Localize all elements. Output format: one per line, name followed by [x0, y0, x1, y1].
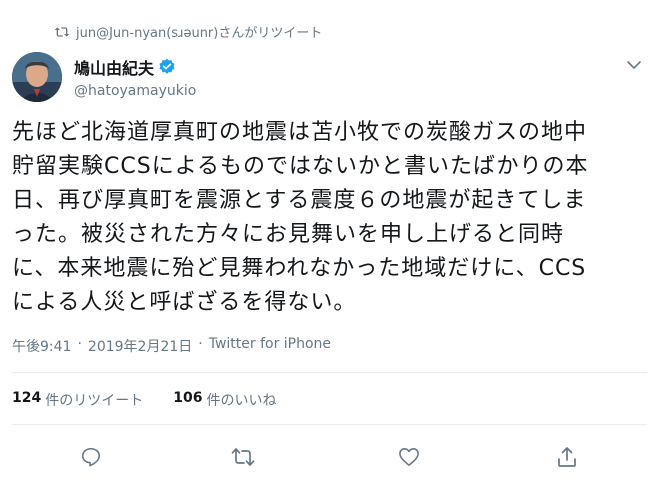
divider — [12, 372, 647, 373]
reply-icon — [81, 447, 101, 467]
tweet-detail: jun@Jun-nyan(sɹəunr)さんがリツイート 鳩山由紀夫 @hato… — [0, 0, 659, 482]
verified-badge-icon — [159, 58, 175, 74]
tweet-stats: 124 件のリツイート 106 件のいいね — [12, 390, 276, 410]
tweet-source[interactable]: Twitter for iPhone — [209, 336, 331, 356]
like-button[interactable] — [394, 442, 424, 472]
likes-stat[interactable]: 106 件のいいね — [173, 390, 276, 410]
retweet-context[interactable]: jun@Jun-nyan(sɹəunr)さんがリツイート — [54, 22, 322, 41]
tweet-text: 先ほど北海道厚真町の地震は苫小牧での炭酸ガスの地中 貯留実験CCSによるものでは… — [12, 120, 589, 315]
likes-label: 件のいいね — [206, 393, 277, 409]
share-icon — [558, 447, 576, 467]
retweets-label: 件のリツイート — [45, 393, 144, 409]
likes-count: 106 — [173, 390, 203, 406]
retweet-button[interactable] — [228, 442, 258, 472]
display-name-text: 鳩山由紀夫 — [74, 59, 155, 78]
retweet-context-text: jun@Jun-nyan(sɹəunr)さんがリツイート — [76, 26, 323, 41]
metadata-separator: · — [198, 336, 203, 352]
tweet-actions — [0, 442, 659, 472]
display-name[interactable]: 鳩山由紀夫 — [74, 55, 196, 79]
divider — [12, 424, 647, 425]
share-button[interactable] — [552, 442, 582, 472]
tweet-header: 鳩山由紀夫 @hatoyamayukio — [12, 52, 196, 102]
heart-icon — [399, 448, 419, 466]
avatar-image — [12, 52, 62, 102]
tweet-metadata: 午後9:41 · 2019年2月21日 · Twitter for iPhone — [12, 336, 331, 356]
tweet-date[interactable]: 2019年2月21日 — [88, 336, 192, 356]
screen-name[interactable]: @hatoyamayukio — [74, 83, 196, 99]
more-options-button[interactable] — [623, 54, 645, 76]
retweets-stat[interactable]: 124 件のリツイート — [12, 390, 143, 410]
retweets-count: 124 — [12, 390, 42, 406]
tweet-time[interactable]: 午後9:41 — [12, 336, 71, 356]
metadata-separator: · — [77, 336, 82, 352]
reply-button[interactable] — [76, 442, 106, 472]
retweet-icon — [54, 26, 70, 37]
avatar[interactable] — [12, 52, 62, 102]
retweet-icon — [231, 448, 255, 466]
chevron-down-icon — [627, 60, 641, 69]
